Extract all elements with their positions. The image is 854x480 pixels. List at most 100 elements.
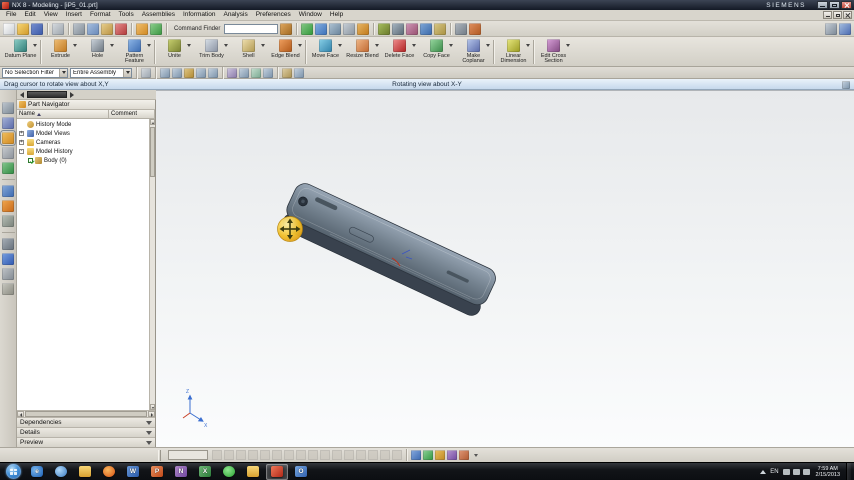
taskbar-file-explorer[interactable] xyxy=(74,464,96,480)
menu-tools[interactable]: Tools xyxy=(115,10,138,20)
existing-point-snap-icon[interactable] xyxy=(239,67,249,78)
mdi-close-button[interactable] xyxy=(843,11,852,19)
dropdown-arrow-icon[interactable] xyxy=(449,44,453,47)
intersection-point-icon[interactable] xyxy=(356,450,366,460)
control-point-snap-icon[interactable] xyxy=(184,67,194,78)
taskbar-onenote[interactable]: N xyxy=(170,464,192,480)
geometric-constraints-icon[interactable] xyxy=(411,450,421,460)
point-on-face-snap-icon[interactable] xyxy=(263,67,273,78)
chamfer-icon[interactable] xyxy=(272,450,282,460)
section-dependencies[interactable]: Dependencies xyxy=(17,417,155,427)
scroll-left-icon[interactable] xyxy=(17,411,24,417)
shell-button[interactable]: Shell xyxy=(230,38,267,66)
cut-icon[interactable] xyxy=(73,22,85,35)
section-details[interactable]: Details xyxy=(17,427,155,437)
close-button[interactable] xyxy=(841,1,852,9)
trim-body-button[interactable]: Trim Body xyxy=(193,38,230,66)
process-studio-icon[interactable] xyxy=(2,215,14,227)
shaded-view-icon[interactable] xyxy=(378,22,391,35)
selection-scope-dropdown[interactable]: Entire Assembly xyxy=(70,67,132,78)
quadrant-snap-icon[interactable] xyxy=(227,67,237,78)
copy-icon[interactable] xyxy=(87,22,99,35)
dropdown-arrow-icon[interactable] xyxy=(33,44,37,47)
new-icon[interactable] xyxy=(3,22,15,35)
phone-model[interactable] xyxy=(278,180,499,319)
datum-plane-button[interactable]: Datum Plane xyxy=(2,38,39,66)
part-navigator-icon[interactable] xyxy=(0,130,16,146)
chevron-down-icon[interactable] xyxy=(146,430,152,435)
expand-icon[interactable]: + xyxy=(19,140,24,145)
move-object-icon[interactable] xyxy=(469,22,482,35)
show-hide-icon[interactable] xyxy=(455,22,468,35)
chevron-down-icon[interactable] xyxy=(146,420,152,425)
menu-preferences[interactable]: Preferences xyxy=(252,10,295,20)
menu-file[interactable]: File xyxy=(2,10,20,20)
status-options-icon[interactable] xyxy=(842,80,850,89)
system-materials-icon[interactable] xyxy=(2,268,14,280)
menu-insert[interactable]: Insert xyxy=(62,10,86,20)
scrollbar-thumb[interactable] xyxy=(150,127,155,177)
toolbar-overflow-icon[interactable] xyxy=(474,453,478,457)
dropdown-arrow-icon[interactable] xyxy=(566,44,570,47)
mdi-restore-button[interactable] xyxy=(833,11,842,19)
action-center-icon[interactable] xyxy=(782,468,790,475)
move-face-button[interactable]: Move Face xyxy=(307,38,344,66)
make-coplanar-button[interactable]: Make Coplanar xyxy=(455,38,492,66)
menu-assemblies[interactable]: Assemblies xyxy=(138,10,179,20)
end-point-snap-icon[interactable] xyxy=(160,67,170,78)
dropdown-arrow-icon[interactable] xyxy=(187,44,191,47)
dropdown-arrow-icon[interactable] xyxy=(486,44,490,47)
unite-button[interactable]: Unite xyxy=(156,38,193,66)
taskbar-nx-app[interactable] xyxy=(266,463,288,480)
chevron-down-icon[interactable] xyxy=(59,68,67,77)
mid-point-snap-icon[interactable] xyxy=(172,67,182,78)
show-desktop-button[interactable] xyxy=(846,462,851,480)
dropdown-arrow-icon[interactable] xyxy=(224,44,228,47)
offset-curve-icon[interactable] xyxy=(332,450,342,460)
taskbar-media-player[interactable] xyxy=(50,464,72,480)
roles-icon[interactable] xyxy=(2,253,14,265)
edit-cross-section-button[interactable]: Edit Cross Section xyxy=(535,38,572,66)
delete-face-button[interactable]: Delete Face xyxy=(381,38,418,66)
menu-information[interactable]: Information xyxy=(179,10,220,20)
tree-item-history-mode[interactable]: History Mode xyxy=(17,120,155,129)
copy-face-button[interactable]: Copy Face xyxy=(418,38,455,66)
minimize-button[interactable] xyxy=(817,1,828,9)
save-icon[interactable] xyxy=(31,22,43,35)
scroll-right-icon[interactable] xyxy=(70,91,74,98)
dropdown-arrow-icon[interactable] xyxy=(261,44,265,47)
paste-icon[interactable] xyxy=(101,22,113,35)
extrude-button[interactable]: Extrude xyxy=(42,38,79,66)
dropdown-arrow-icon[interactable] xyxy=(338,44,342,47)
web-browser-icon[interactable] xyxy=(2,185,14,197)
command-finder-search-icon[interactable] xyxy=(280,22,293,35)
start-button[interactable] xyxy=(6,464,21,479)
constraint-navigator-icon[interactable] xyxy=(2,117,14,129)
zoom-icon[interactable] xyxy=(329,22,342,35)
panel-drag-handle[interactable] xyxy=(27,91,67,98)
help-icon[interactable] xyxy=(839,22,851,35)
command-finder-input[interactable] xyxy=(224,23,279,34)
line-icon[interactable] xyxy=(224,450,234,460)
fillet-icon[interactable] xyxy=(260,450,270,460)
delete-icon[interactable] xyxy=(115,22,127,35)
dropdown-arrow-icon[interactable] xyxy=(526,44,530,47)
selection-filter-dropdown[interactable]: No Selection Filter xyxy=(2,67,68,78)
assembly-navigator-icon[interactable] xyxy=(2,102,14,114)
taskbar-firefox[interactable] xyxy=(98,464,120,480)
menu-analysis[interactable]: Analysis xyxy=(219,10,251,20)
menu-help[interactable]: Help xyxy=(326,10,347,20)
point-icon[interactable] xyxy=(320,450,330,460)
taskbar-excel[interactable]: X xyxy=(194,464,216,480)
snap-point-toggle-icon[interactable] xyxy=(141,67,151,78)
horizontal-scrollbar[interactable] xyxy=(17,410,155,417)
graphics-window[interactable]: Z X xyxy=(156,90,854,447)
auto-dimension-icon[interactable] xyxy=(423,450,433,460)
point-on-curve-snap-icon[interactable] xyxy=(251,67,261,78)
quick-trim-icon[interactable] xyxy=(368,450,378,460)
taskbar-internet-explorer[interactable]: e xyxy=(26,464,48,480)
taskbar-clock[interactable]: 7:59 AM 2/15/2013 xyxy=(816,466,840,478)
snapshot-icon[interactable] xyxy=(434,22,447,35)
maximize-button[interactable] xyxy=(829,1,840,9)
sketch-name-combo[interactable] xyxy=(168,450,208,460)
